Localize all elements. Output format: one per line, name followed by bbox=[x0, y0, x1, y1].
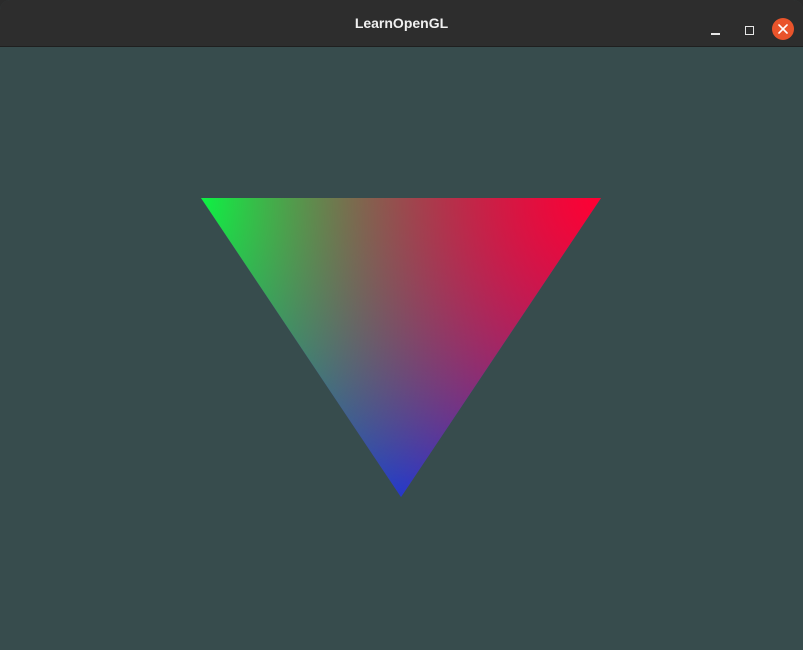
minimize-icon bbox=[710, 33, 720, 35]
triangle-canvas bbox=[201, 198, 601, 497]
window-title: LearnOpenGL bbox=[354, 15, 449, 31]
maximize-button[interactable] bbox=[737, 18, 761, 42]
minimize-button[interactable] bbox=[703, 18, 727, 42]
app-window: LearnOpenGL bbox=[0, 0, 803, 650]
title-bar[interactable]: LearnOpenGL bbox=[0, 0, 803, 47]
close-button[interactable] bbox=[772, 18, 794, 40]
triangle bbox=[201, 198, 601, 497]
maximize-icon bbox=[744, 25, 754, 35]
gl-viewport bbox=[0, 48, 803, 650]
close-icon bbox=[778, 24, 788, 34]
